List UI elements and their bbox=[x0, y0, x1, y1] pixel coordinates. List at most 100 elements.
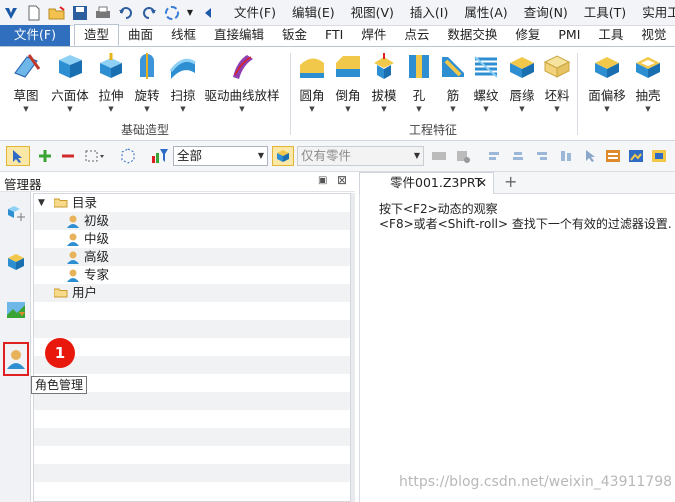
group-label-features: 工程特征 bbox=[408, 123, 457, 137]
manager-header: 管理器 ▣ ⊠ bbox=[0, 172, 355, 192]
chevron-down-icon[interactable]: ▼ bbox=[38, 194, 45, 212]
new-file-icon[interactable] bbox=[25, 4, 43, 22]
rotate-icon[interactable] bbox=[163, 4, 181, 22]
distribute-icon[interactable] bbox=[558, 147, 574, 165]
tab-tools[interactable]: 工具 bbox=[589, 25, 632, 46]
undo-icon[interactable] bbox=[117, 4, 135, 22]
extrude-icon bbox=[96, 51, 126, 81]
chamfer-button[interactable]: 倒角 ▼ bbox=[331, 51, 365, 117]
menu-view[interactable]: 视图(V) bbox=[343, 0, 402, 26]
pin-icon[interactable]: ▣ bbox=[318, 175, 327, 186]
tree-row-intermediate[interactable]: 中级 bbox=[34, 230, 350, 248]
fillet-button[interactable]: 圆角 ▼ bbox=[295, 51, 329, 117]
history-manager-icon[interactable] bbox=[3, 248, 29, 276]
hexahedron-button[interactable]: 六面体 ▼ bbox=[48, 51, 92, 117]
tab-surface[interactable]: 曲面 bbox=[119, 25, 162, 46]
save-icon[interactable] bbox=[71, 4, 89, 22]
tree-row-catalog[interactable]: ▼ 目录 bbox=[34, 194, 350, 212]
lip-button[interactable]: 唇缘 ▼ bbox=[505, 51, 539, 117]
redo-icon[interactable] bbox=[140, 4, 158, 22]
menu-edit[interactable]: 编辑(E) bbox=[284, 0, 343, 26]
menu-utilities[interactable]: 实用工具 bbox=[634, 0, 675, 26]
app-logo-icon[interactable] bbox=[2, 4, 20, 22]
align-right-icon[interactable] bbox=[534, 147, 550, 165]
tree-empty-row bbox=[34, 446, 350, 464]
tab-pmi[interactable]: PMI bbox=[549, 25, 589, 46]
tree-row-beginner[interactable]: 初级 bbox=[34, 212, 350, 230]
pointer-history-icon[interactable] bbox=[582, 147, 598, 165]
tab-fti[interactable]: FTI bbox=[316, 25, 352, 46]
menu-tools[interactable]: 工具(T) bbox=[576, 0, 634, 26]
sketch-button[interactable]: 草图 ▼ bbox=[6, 51, 46, 117]
tab-repair[interactable]: 修复 bbox=[506, 25, 549, 46]
tab-data-exchange[interactable]: 数据交换 bbox=[438, 25, 506, 46]
chevron-down-icon: ▼ bbox=[257, 151, 264, 160]
pick-filter-icon[interactable] bbox=[454, 147, 472, 165]
settings-color-icon[interactable] bbox=[650, 147, 668, 165]
part-filter-icon[interactable] bbox=[272, 146, 294, 166]
tab-sheet-metal[interactable]: 钣金 bbox=[273, 25, 316, 46]
tree-row-user[interactable]: 用户 bbox=[34, 284, 350, 302]
tree-row-advanced[interactable]: 高级 bbox=[34, 248, 350, 266]
shell-button[interactable]: 抽壳 ▼ bbox=[631, 51, 665, 117]
extrude-button[interactable]: 拉伸 ▼ bbox=[94, 51, 128, 117]
tree-empty-row bbox=[34, 356, 350, 374]
menu-insert[interactable]: 插入(I) bbox=[402, 0, 456, 26]
dropdown-icon[interactable]: ▼ bbox=[186, 4, 194, 22]
hexagon-select-icon[interactable] bbox=[119, 147, 137, 165]
collapse-arrow-icon[interactable] bbox=[199, 4, 217, 22]
list-view-icon[interactable] bbox=[604, 147, 622, 165]
tab-modeling[interactable]: 造型 bbox=[73, 24, 119, 46]
sweep-button[interactable]: 扫掠 ▼ bbox=[166, 51, 200, 117]
thread-button[interactable]: 螺纹 ▼ bbox=[469, 51, 503, 117]
open-folder-icon[interactable] bbox=[48, 4, 66, 22]
view-manager-icon[interactable] bbox=[3, 296, 29, 324]
tab-wireframe[interactable]: 线框 bbox=[162, 25, 205, 46]
revolve-button[interactable]: 旋转 ▼ bbox=[130, 51, 164, 117]
blank-button[interactable]: 坯料 ▼ bbox=[541, 51, 573, 117]
tab-visual[interactable]: 视觉 bbox=[632, 25, 675, 46]
box-select-icon[interactable] bbox=[83, 147, 107, 165]
select-pointer-icon[interactable] bbox=[6, 146, 30, 166]
drive-curve-loft-button[interactable]: 驱动曲线放样 ▼ bbox=[202, 51, 282, 117]
tab-weldment[interactable]: 焊件 bbox=[352, 25, 395, 46]
tree-row-expert[interactable]: 专家 bbox=[34, 266, 350, 284]
draft-button[interactable]: 拔模 ▼ bbox=[367, 51, 401, 117]
chevron-down-icon: ▼ bbox=[67, 105, 73, 113]
close-tab-icon[interactable]: ✕ bbox=[477, 173, 487, 193]
align-center-icon[interactable] bbox=[510, 147, 526, 165]
close-icon[interactable]: ⊠ bbox=[337, 173, 347, 187]
loft-icon bbox=[227, 51, 257, 81]
part-only-select[interactable]: 仅有零件 ▼ bbox=[297, 146, 424, 166]
new-tab-icon[interactable]: + bbox=[504, 172, 517, 192]
tab-file[interactable]: 文件(F) bbox=[0, 25, 70, 46]
role-manager-icon[interactable] bbox=[3, 342, 29, 376]
menu-file[interactable]: 文件(F) bbox=[226, 0, 284, 26]
document-canvas[interactable]: 按下<F2>动态的观察 <F8>或者<Shift-roll> 查找下一个有效的过… bbox=[359, 194, 675, 502]
tab-direct-edit[interactable]: 直接编辑 bbox=[205, 25, 273, 46]
remove-icon[interactable] bbox=[59, 147, 77, 165]
rib-icon bbox=[438, 51, 468, 81]
print-icon[interactable] bbox=[94, 4, 112, 22]
document-tab[interactable]: 零件001.Z3PRT ✕ bbox=[359, 172, 494, 194]
face-offset-button[interactable]: 面偏移 ▼ bbox=[585, 51, 629, 117]
export-image-icon[interactable] bbox=[627, 147, 645, 165]
tree-scrollbar[interactable] bbox=[351, 193, 355, 502]
filter-select[interactable]: 全部 ▼ bbox=[173, 146, 268, 166]
filter-select-value: 全部 bbox=[177, 148, 203, 163]
tree-label-catalog: 目录 bbox=[72, 195, 98, 210]
add-icon[interactable] bbox=[36, 147, 54, 165]
tab-point-cloud[interactable]: 点云 bbox=[395, 25, 438, 46]
manager-side-strip bbox=[0, 192, 31, 502]
face-offset-icon bbox=[592, 51, 622, 81]
menu-query[interactable]: 查询(N) bbox=[516, 0, 576, 26]
menu-attributes[interactable]: 属性(A) bbox=[456, 0, 515, 26]
assembly-manager-icon[interactable] bbox=[3, 200, 29, 228]
filter-icon[interactable] bbox=[150, 147, 170, 165]
folder-icon bbox=[54, 288, 68, 298]
hole-button[interactable]: 孔 ▼ bbox=[403, 51, 435, 117]
align-left-icon[interactable] bbox=[486, 147, 502, 165]
pick-settings-icon[interactable] bbox=[430, 147, 448, 165]
menubar: ▼ 文件(F) 编辑(E) 视图(V) 插入(I) 属性(A) 查询(N) 工具… bbox=[0, 0, 675, 26]
rib-button[interactable]: 筋 ▼ bbox=[437, 51, 469, 117]
